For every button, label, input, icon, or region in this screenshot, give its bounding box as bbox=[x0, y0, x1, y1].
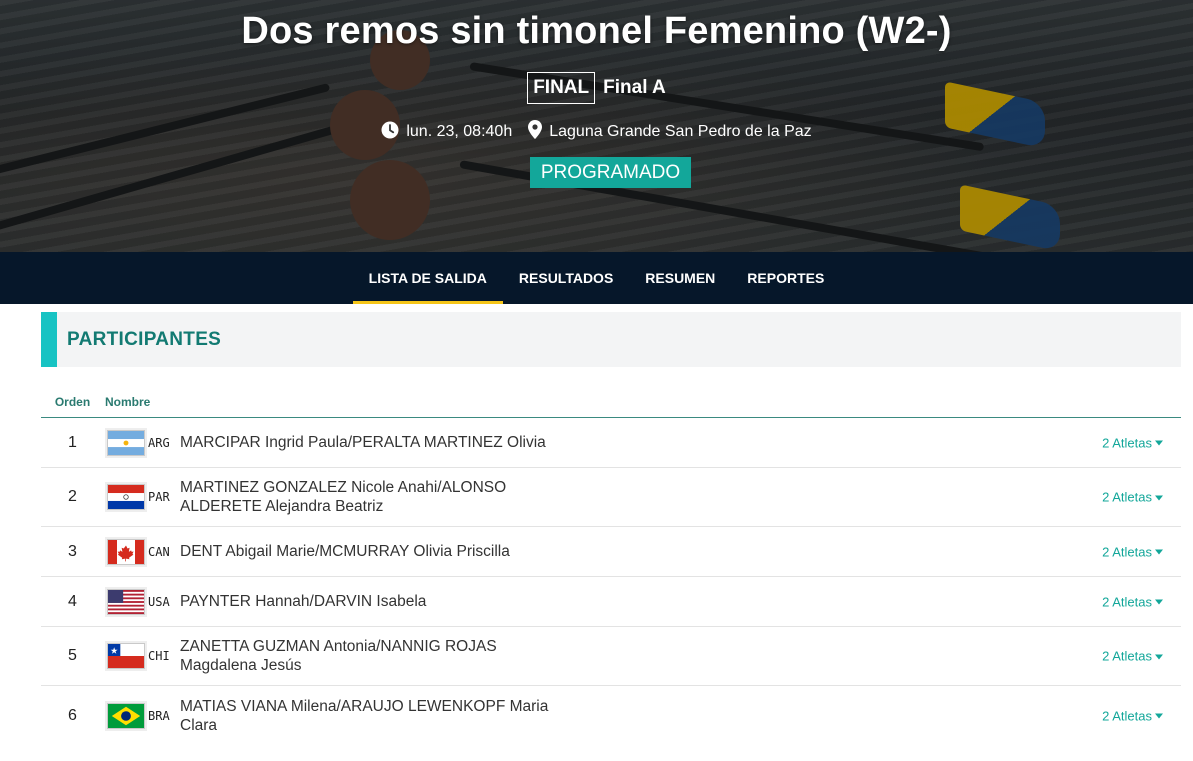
crew-names: PAYNTER Hannah/DARVIN Isabela bbox=[180, 593, 427, 610]
caret-down-icon bbox=[1155, 495, 1163, 500]
table-row: 6 BRA MATIAS VIANA Milena/ARAUJO LEWENKO… bbox=[41, 686, 1181, 745]
tab-bar: LISTA DE SALIDA RESULTADOS RESUMEN REPOR… bbox=[0, 252, 1193, 304]
paraguay-flag-icon bbox=[107, 484, 145, 510]
row-order: 5 bbox=[68, 647, 77, 664]
phase-name: Final A bbox=[603, 77, 666, 98]
usa-flag-icon bbox=[107, 588, 145, 615]
phase-badge: FINAL bbox=[527, 72, 596, 104]
row-order: 6 bbox=[68, 706, 77, 724]
brazil-flag-icon bbox=[107, 702, 145, 729]
caret-down-icon bbox=[1155, 549, 1163, 555]
country-code: PAR bbox=[148, 490, 170, 504]
athletes-toggle[interactable]: 2 Atletas bbox=[1102, 649, 1163, 664]
caret-down-icon bbox=[1155, 713, 1163, 719]
tab-reportes[interactable]: REPORTES bbox=[731, 252, 840, 304]
caret-down-icon bbox=[1155, 654, 1163, 659]
crew-names: MARCIPAR Ingrid Paula/PERALTA MARTINEZ O… bbox=[180, 434, 546, 451]
crew-names: MATIAS VIANA Milena/ARAUJO LEWENKOPF Mar… bbox=[180, 697, 549, 734]
athletes-toggle[interactable]: 2 Atletas bbox=[1102, 708, 1163, 723]
table-row: 2 PAR MARTINEZ GONZALEZ Nicole Anahi/ALO… bbox=[41, 468, 1181, 527]
crew-names: ZANETTA GUZMAN Antonia/NANNIG ROJAS Magd… bbox=[180, 638, 497, 674]
event-title: Dos remos sin timonel Femenino (W2-) bbox=[241, 10, 952, 52]
tab-resultados[interactable]: RESULTADOS bbox=[503, 252, 629, 304]
event-venue: Laguna Grande San Pedro de la Paz bbox=[549, 123, 812, 140]
event-datetime: lun. 23, 08:40h bbox=[406, 123, 513, 140]
table-row: 4 USA PAYNTER Hannah/DARVIN Isabela 2 At… bbox=[41, 577, 1181, 627]
caret-down-icon bbox=[1155, 440, 1163, 446]
canada-flag-icon bbox=[107, 538, 145, 565]
country-code: ARG bbox=[148, 435, 170, 450]
section-header: PARTICIPANTES bbox=[41, 312, 1181, 367]
country-code: BRA bbox=[148, 708, 170, 723]
event-meta: lun. 23, 08:40h Laguna Grande San Pedro … bbox=[0, 120, 1193, 144]
status-badge: PROGRAMADO bbox=[530, 157, 691, 188]
crew-names: MARTINEZ GONZALEZ Nicole Anahi/ALONSO AL… bbox=[180, 479, 507, 515]
row-order: 1 bbox=[68, 433, 77, 451]
column-header-order: Orden bbox=[54, 394, 91, 409]
athletes-toggle[interactable]: 2 Atletas bbox=[1102, 435, 1163, 450]
athletes-toggle[interactable]: 2 Atletas bbox=[1102, 544, 1163, 559]
table-row: 1 ARG MARCIPAR Ingrid Paula/PERALTA MART… bbox=[41, 418, 1181, 468]
crew-names: DENT Abigail Marie/MCMURRAY Olivia Prisc… bbox=[180, 543, 510, 560]
hero-banner: Dos remos sin timonel Femenino (W2-) FIN… bbox=[0, 0, 1193, 252]
column-header-name: Nombre bbox=[105, 394, 151, 409]
row-order: 3 bbox=[68, 542, 77, 560]
section-accent-bar bbox=[41, 312, 57, 367]
athletes-toggle[interactable]: 2 Atletas bbox=[1102, 594, 1163, 609]
row-order: 2 bbox=[68, 488, 77, 505]
argentina-flag-icon bbox=[107, 429, 145, 456]
country-code: CHI bbox=[148, 649, 170, 663]
chile-flag-icon bbox=[107, 643, 145, 669]
athletes-toggle[interactable]: 2 Atletas bbox=[1102, 490, 1163, 505]
phase-row: FINAL Final A bbox=[0, 72, 1193, 104]
country-code: CAN bbox=[148, 544, 170, 559]
row-order: 4 bbox=[68, 592, 77, 610]
clock-icon bbox=[381, 121, 399, 144]
country-code: USA bbox=[148, 594, 170, 609]
table-row: 5 CHI ZANETTA GUZMAN Antonia/NANNIG ROJA… bbox=[41, 627, 1181, 686]
table-header: Orden Nombre bbox=[41, 386, 1181, 418]
location-pin-icon bbox=[528, 120, 543, 144]
table-row: 3 CAN DENT Abigail Marie/MCMURRAY Olivia… bbox=[41, 527, 1181, 577]
tab-lista-de-salida[interactable]: LISTA DE SALIDA bbox=[352, 252, 504, 304]
tab-resumen[interactable]: RESUMEN bbox=[629, 252, 731, 304]
caret-down-icon bbox=[1155, 599, 1163, 605]
section-title: PARTICIPANTES bbox=[67, 329, 222, 350]
start-list-table: Orden Nombre 1 ARG MARCIPAR Ingrid Paula… bbox=[41, 386, 1181, 745]
